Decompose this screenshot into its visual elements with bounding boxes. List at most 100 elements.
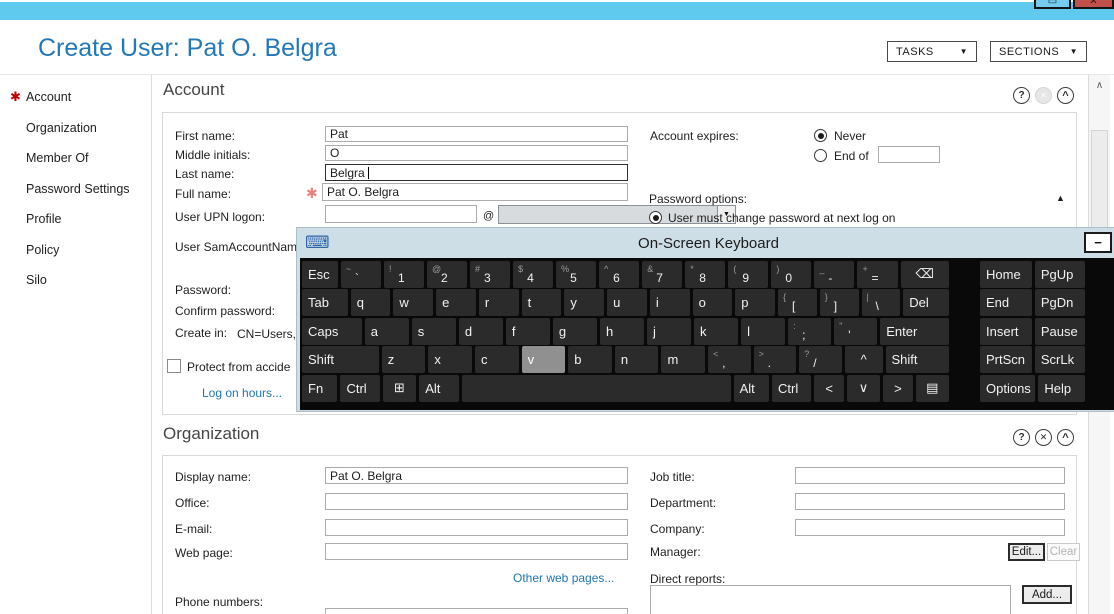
key-m[interactable]: m [661,346,706,373]
key-insert[interactable]: Insert [980,317,1032,345]
sections-dropdown-button[interactable]: SECTIONS ▼ [990,41,1087,62]
on-screen-keyboard-window[interactable]: ⌨ On-Screen Keyboard − Esc ~ `! 1 @2 #3 $4% 5 ^ 6… [297,228,1114,411]
key-alt[interactable]: Alt [419,374,459,402]
middle-initials-input[interactable] [325,145,628,161]
key-,[interactable]: <, [708,346,751,373]
key-7[interactable]: & 7 [642,260,683,288]
sidebar-item-password-settings[interactable]: Password Settings [0,176,150,202]
key-enter[interactable]: Enter [880,317,949,345]
key-shift[interactable]: Shift [885,346,950,373]
organization-collapse-button[interactable]: ^ [1057,429,1074,446]
key-f[interactable]: f [505,317,550,345]
key-options[interactable]: Options [980,374,1036,402]
key-ctrl[interactable]: Ctrl [772,374,812,402]
key-'[interactable]: " ' [834,317,878,345]
collapse-triangle-icon[interactable]: ▲ [1056,193,1065,203]
expires-date-input[interactable] [878,146,940,163]
key-space[interactable] [461,374,731,402]
osk-title-bar[interactable]: ⌨ On-Screen Keyboard − [297,228,1114,258]
manager-edit-button[interactable]: Edit... [1008,543,1045,561]
key-down-arrow[interactable]: ∨ [846,374,881,402]
key-left-arrow[interactable]: < [814,374,844,402]
company-input[interactable] [795,519,1065,536]
key-6[interactable]: ^ 6 [599,260,640,288]
key-prtscn[interactable]: PrtScn [980,346,1032,373]
key-j[interactable]: j [647,317,692,345]
expires-end-of-radio[interactable] [814,149,827,162]
key-.[interactable]: >. [753,346,797,373]
key-right-arrow[interactable]: > [883,374,913,402]
key-fn[interactable]: Fn [302,374,338,402]
key-pause[interactable]: Pause [1034,317,1085,345]
key-y[interactable]: y [564,289,605,316]
key-r[interactable]: r [478,289,519,316]
sidebar-item-account[interactable]: ✱ Account [0,84,150,110]
key-backspace[interactable]: ⌫ [900,260,949,288]
key-c[interactable]: c [475,346,519,373]
key-a[interactable]: a [364,317,409,345]
organization-help-button[interactable]: ? [1013,429,1030,446]
other-web-pages-link[interactable]: Other web pages... [513,571,614,585]
key-end[interactable]: End [980,289,1032,316]
sidebar-item-policy[interactable]: Policy [0,237,150,263]
key-pgdn[interactable]: PgDn [1034,289,1085,316]
key-p[interactable]: p [735,289,776,316]
key-/[interactable]: ? / [799,346,842,373]
job-title-input[interactable] [795,467,1065,484]
upn-input[interactable] [325,205,477,223]
key-home[interactable]: Home [980,260,1032,288]
key-w[interactable]: w [393,289,434,316]
key-3[interactable]: #3 [470,260,511,288]
sidebar-item-silo[interactable]: Silo [0,267,150,293]
key--[interactable]: _ - [814,260,855,288]
first-name-input[interactable] [325,126,628,142]
key-;[interactable]: :; [788,317,832,345]
key-g[interactable]: g [552,317,597,345]
account-help-button[interactable]: ? [1013,87,1030,104]
key-5[interactable]: % 5 [556,260,597,288]
key-e[interactable]: e [436,289,476,316]
web-page-input[interactable] [325,543,628,560]
key-b[interactable]: b [568,346,612,373]
key-o[interactable]: o [692,289,733,316]
key-esc[interactable]: Esc [302,260,338,288]
account-collapse-button[interactable]: ^ [1057,87,1074,104]
osk-minimize-button[interactable]: − [1084,232,1112,253]
scroll-up-arrow[interactable]: ∧ [1089,75,1110,95]
sidebar-item-organization[interactable]: Organization [0,115,150,141]
log-on-hours-link[interactable]: Log on hours... [202,386,282,400]
key-8[interactable]: * 8 [685,260,726,288]
phone-number-input[interactable] [325,608,628,614]
display-name-input[interactable] [325,467,628,484]
organization-remove-button[interactable]: ✕ [1035,429,1052,446]
sidebar-item-member-of[interactable]: Member Of [0,145,150,171]
direct-reports-list[interactable] [650,585,1011,614]
key-[[interactable]: {[ [778,289,817,316]
restore-window-button[interactable]: ▭ [1034,0,1071,9]
key-d[interactable]: d [458,317,503,345]
key-1[interactable]: ! 1 [383,260,424,288]
key-l[interactable]: l [741,317,786,345]
key-9[interactable]: (9 [728,260,769,288]
key-=[interactable]: + = [857,260,898,288]
key-n[interactable]: n [614,346,659,373]
key-2[interactable]: @2 [426,260,468,288]
key-windows[interactable]: ⊞ [382,374,417,402]
email-input[interactable] [325,519,628,536]
key-i[interactable]: i [649,289,690,316]
key-v[interactable]: v [521,346,566,373]
key-pgup[interactable]: PgUp [1034,260,1085,288]
key-k[interactable]: k [694,317,739,345]
key-`[interactable]: ~ ` [340,260,381,288]
protect-deletion-checkbox[interactable] [167,359,181,373]
key-u[interactable]: u [607,289,647,316]
department-input[interactable] [795,493,1065,510]
direct-reports-add-button[interactable]: Add... [1022,585,1072,604]
key-\[interactable]: | \ [861,289,901,316]
key-x[interactable]: x [428,346,473,373]
key-0[interactable]: ) 0 [771,260,812,288]
key-caps[interactable]: Caps [302,317,362,345]
office-input[interactable] [325,493,628,510]
key-z[interactable]: z [381,346,426,373]
key-t[interactable]: t [521,289,562,316]
